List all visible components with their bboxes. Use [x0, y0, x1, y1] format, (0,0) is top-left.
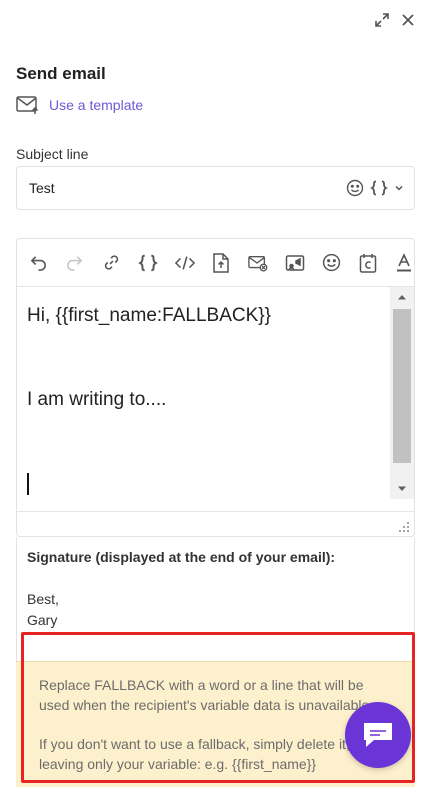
text-cursor	[27, 473, 29, 495]
variables-icon[interactable]	[370, 179, 388, 197]
scroll-down-icon[interactable]	[390, 479, 414, 499]
subject-field[interactable]: Test	[16, 166, 415, 210]
chat-launcher-button[interactable]	[345, 702, 411, 768]
resize-handle-icon[interactable]	[398, 521, 410, 533]
editor-scrollbar[interactable]	[390, 287, 414, 499]
redo-icon[interactable]	[65, 253, 84, 273]
link-icon[interactable]	[102, 253, 121, 273]
signature-line: Gary	[27, 612, 58, 628]
scroll-thumb[interactable]	[393, 309, 411, 463]
editor-body[interactable]: Hi, {{first_name:FALLBACK}} I am writing…	[17, 287, 414, 499]
scroll-up-icon[interactable]	[390, 287, 414, 307]
upload-file-icon[interactable]	[212, 252, 231, 273]
email-editor: Hi, {{first_name:FALLBACK}} I am writing…	[16, 238, 415, 537]
code-icon[interactable]	[174, 253, 195, 273]
subject-label: Subject line	[16, 146, 89, 162]
chat-bubble-icon	[364, 723, 392, 747]
use-template-label: Use a template	[49, 97, 144, 113]
variables-icon[interactable]	[137, 253, 158, 273]
video-icon[interactable]	[285, 253, 305, 273]
body-line: I am writing to....	[27, 389, 167, 410]
signature-line: Best,	[27, 591, 59, 607]
emoji-icon[interactable]	[322, 253, 341, 273]
editor-resize-bar	[17, 511, 414, 536]
close-icon[interactable]	[400, 12, 416, 28]
use-template-link[interactable]: Use a template	[16, 95, 143, 115]
undo-icon[interactable]	[29, 253, 48, 273]
email-cancel-icon[interactable]	[248, 253, 268, 273]
editor-toolbar	[17, 239, 414, 287]
expand-icon[interactable]	[374, 12, 390, 28]
envelope-upload-icon	[16, 96, 39, 114]
subject-value[interactable]: Test	[17, 180, 346, 196]
calendar-icon[interactable]	[358, 253, 377, 273]
subject-tools	[346, 179, 414, 197]
emoji-icon[interactable]	[346, 179, 364, 197]
greeting-line: Hi, {{first_name:FALLBACK}}	[27, 305, 271, 326]
window-controls	[374, 12, 416, 28]
chevron-down-icon[interactable]	[394, 183, 404, 193]
panel-title: Send email	[16, 64, 106, 83]
text-color-icon[interactable]	[395, 252, 414, 273]
signature-title: Signature (displayed at the end of your …	[27, 549, 336, 565]
